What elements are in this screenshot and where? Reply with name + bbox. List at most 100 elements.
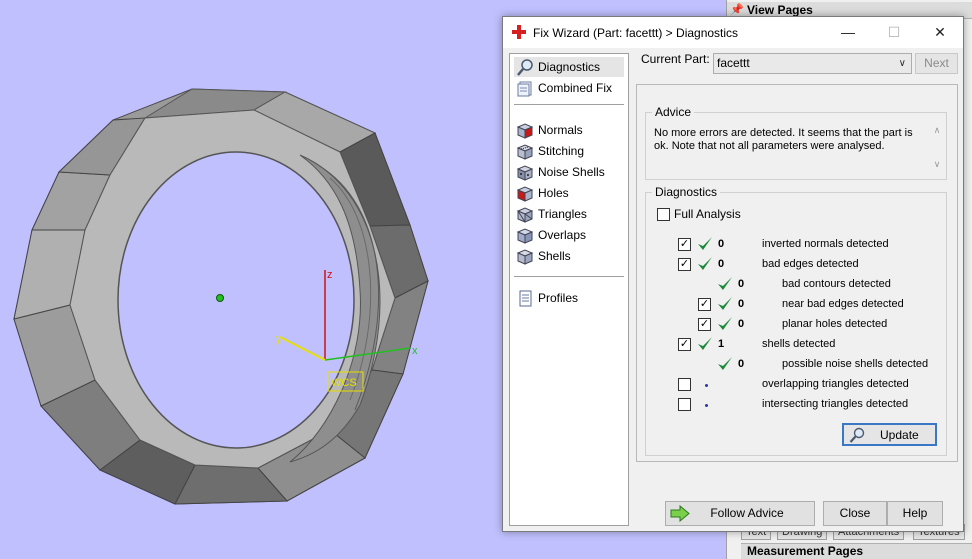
fix-wizard-dialog: Fix Wizard (Part: facettt) > Diagnostics…	[502, 16, 964, 532]
green-arrow-right-icon	[670, 505, 690, 522]
center-point-marker[interactable]	[216, 294, 224, 302]
update-label: Update	[880, 428, 919, 442]
current-part-value: facettt	[717, 56, 750, 70]
diag-row-label: inverted normals detected	[762, 238, 889, 250]
nav-label-normals: Normals	[538, 123, 583, 137]
chevron-down-icon: ∨	[898, 58, 906, 69]
advice-group: Advice No more errors are detected. It s…	[645, 105, 947, 180]
stitching-cube-icon	[516, 144, 534, 160]
pin-icon[interactable]: 📌	[730, 3, 744, 17]
update-button[interactable]: Update	[842, 423, 937, 446]
diag-row-label: bad edges detected	[762, 258, 859, 270]
not-analysed-dot-icon	[705, 384, 708, 387]
dialog-title: Fix Wizard (Part: facettt) > Diagnostics	[533, 26, 739, 40]
green-check-icon	[698, 257, 712, 270]
magnifier-icon	[849, 427, 865, 443]
view-pages-title: View Pages	[747, 3, 813, 17]
nav-label-combined-fix: Combined Fix	[538, 81, 613, 95]
green-check-icon	[698, 337, 712, 350]
nav-item-noise-shells[interactable]: Noise Shells	[514, 162, 624, 182]
diag-row-checkbox[interactable]: ✓	[698, 318, 711, 331]
nav-label-diagnostics: Diagnostics	[538, 60, 601, 74]
minimize-button[interactable]: —	[825, 17, 871, 48]
nav-item-profiles[interactable]: Profiles	[514, 288, 624, 308]
scroll-down-icon[interactable]: ∨	[931, 159, 943, 170]
advice-scrollbar[interactable]: ∧ ∨	[931, 125, 943, 173]
nav-item-stitching[interactable]: Stitching	[514, 141, 624, 161]
maximize-button[interactable]: ☐	[871, 17, 917, 48]
normals-cube-icon	[516, 123, 534, 139]
help-button[interactable]: Help	[887, 501, 943, 526]
green-check-icon	[698, 237, 712, 250]
combined-fix-icon	[517, 81, 532, 97]
diag-row-label: shells detected	[762, 338, 836, 350]
nav-item-overlaps[interactable]: Overlaps	[514, 225, 624, 245]
scroll-up-icon[interactable]: ∧	[931, 125, 943, 136]
ring-inner-hole	[117, 151, 355, 449]
diag-row-checkbox[interactable]: ✓	[678, 258, 691, 271]
nav-item-shells[interactable]: Shells	[514, 246, 624, 266]
nav-label-holes: Holes	[538, 186, 569, 200]
triangles-cube-icon	[516, 207, 534, 223]
nav-item-diagnostics[interactable]: Diagnostics	[514, 57, 624, 77]
holes-cube-icon	[516, 186, 534, 202]
nav-separator	[514, 104, 624, 105]
follow-advice-button[interactable]: Follow Advice	[665, 501, 815, 526]
nav-item-holes[interactable]: Holes	[514, 183, 624, 203]
shells-cube-icon	[516, 249, 534, 265]
profiles-doc-icon	[519, 290, 532, 307]
close-button[interactable]: Close	[823, 501, 887, 526]
green-check-icon	[718, 277, 732, 290]
current-part-label: Current Part:	[641, 52, 710, 66]
diag-row-checkbox[interactable]: ✓	[698, 298, 711, 311]
magnifier-icon	[517, 59, 533, 76]
noise-shells-cube-icon	[516, 165, 534, 181]
diag-row-count: 0	[738, 358, 745, 370]
nav-item-combined-fix[interactable]: Combined Fix	[514, 78, 624, 98]
diag-row-checkbox[interactable]: ✓	[678, 238, 691, 251]
diag-row-checkbox[interactable]	[678, 398, 691, 411]
green-check-icon	[718, 317, 732, 330]
current-part-select[interactable]: facettt ∨	[713, 53, 912, 74]
diag-row-count: 0	[718, 238, 725, 250]
green-check-icon	[718, 297, 732, 310]
diag-row-count: 0	[718, 258, 725, 270]
diag-row-label: planar holes detected	[782, 318, 888, 330]
nav-label-profiles: Profiles	[538, 291, 579, 305]
x-axis-label: x	[412, 345, 418, 357]
wizard-nav: Diagnostics Combined Fix Normals Stitchi…	[509, 53, 629, 526]
diag-row-count: 0	[738, 298, 745, 310]
z-axis-label: z	[327, 269, 333, 281]
diag-row-label: bad contours detected	[782, 278, 891, 290]
not-analysed-dot-icon	[705, 404, 708, 407]
nav-label-shells: Shells	[538, 249, 571, 263]
diagnostics-group-title: Diagnostics	[652, 185, 721, 199]
nav-label-noise-shells: Noise Shells	[538, 165, 605, 179]
nav-separator	[514, 276, 624, 277]
advice-group-title: Advice	[652, 105, 695, 119]
y-axis-label: y	[276, 333, 282, 345]
next-button[interactable]: Next	[915, 53, 958, 74]
nav-item-triangles[interactable]: Triangles	[514, 204, 624, 224]
advice-text: No more errors are detected. It seems th…	[654, 127, 913, 152]
diag-row-checkbox[interactable]: ✓	[678, 338, 691, 351]
dialog-titlebar[interactable]: Fix Wizard (Part: facettt) > Diagnostics…	[503, 17, 963, 48]
nav-item-normals[interactable]: Normals	[514, 120, 624, 140]
overlaps-cube-icon	[516, 228, 534, 244]
close-window-button[interactable]: ✕	[917, 17, 963, 48]
wcs-label: WCS	[331, 377, 357, 389]
full-analysis-label: Full Analysis	[674, 207, 741, 221]
diagnostics-group: Diagnostics Full Analysis ✓ 0 inverted n…	[645, 185, 947, 456]
nav-label-overlaps: Overlaps	[538, 228, 587, 242]
diag-row-checkbox[interactable]	[678, 378, 691, 391]
diag-row-label: overlapping triangles detected	[762, 378, 909, 390]
diag-row-label: intersecting triangles detected	[762, 398, 909, 410]
full-analysis-checkbox[interactable]	[657, 208, 670, 221]
diag-row-count: 1	[718, 338, 725, 350]
diagnostics-content: Advice No more errors are detected. It s…	[636, 84, 958, 462]
measurement-pages-header: Measurement Pages	[741, 543, 972, 559]
diag-row-count: 0	[738, 318, 745, 330]
follow-advice-label: Follow Advice	[710, 506, 784, 520]
green-check-icon	[718, 357, 732, 370]
diag-row-count: 0	[738, 278, 745, 290]
